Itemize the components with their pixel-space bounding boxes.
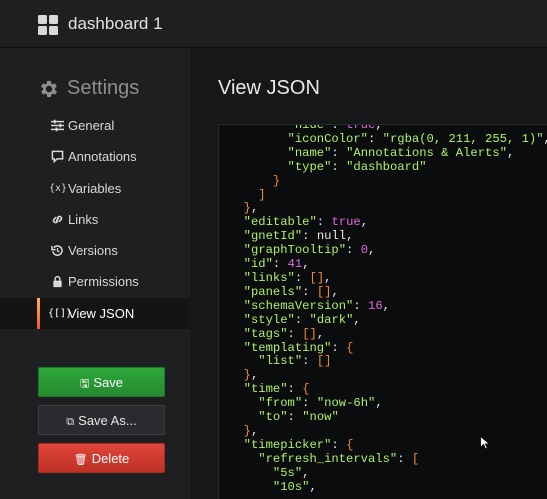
settings-sidebar: Settings General Annotations {x} Variabl… bbox=[0, 48, 190, 499]
json-line[interactable]: "5s", bbox=[229, 466, 310, 480]
json-line[interactable]: "iconColor": "rgba(0, 211, 255, 1)", bbox=[229, 132, 547, 146]
json-line[interactable]: "from": "now-6h", bbox=[229, 396, 382, 410]
mouse-cursor-icon bbox=[480, 436, 490, 450]
json-editor[interactable]: "hide": true, "iconColor": "rgba(0, 211,… bbox=[218, 124, 547, 499]
json-line[interactable]: "type": "dashboard" bbox=[229, 160, 427, 174]
sidebar-item-label: Annotations bbox=[68, 149, 137, 165]
gear-icon bbox=[41, 80, 57, 98]
sidebar-item-label: Versions bbox=[68, 243, 118, 259]
json-line[interactable]: ] bbox=[229, 188, 265, 202]
settings-title: Settings bbox=[67, 77, 140, 99]
save-icon: 🖫 bbox=[79, 378, 90, 390]
delete-button-label: Delete bbox=[91, 451, 130, 466]
save-button-label: Save bbox=[93, 375, 123, 390]
json-line[interactable]: "list": [] bbox=[229, 354, 331, 368]
lock-icon bbox=[53, 276, 62, 288]
json-line[interactable]: "refresh_intervals": [ bbox=[229, 452, 419, 466]
json-line[interactable]: "timepicker": { bbox=[229, 438, 354, 452]
json-line[interactable]: "editable": true, bbox=[229, 215, 368, 229]
sidebar-item-annotations[interactable]: Annotations bbox=[0, 141, 190, 172]
json-line[interactable]: "gnetId": null, bbox=[229, 229, 354, 243]
sidebar-item-links[interactable]: Links bbox=[0, 204, 190, 235]
json-line[interactable]: "time": { bbox=[229, 382, 310, 396]
sidebar-item-label: View JSON bbox=[68, 305, 135, 321]
json-line[interactable]: "id": 41, bbox=[229, 257, 310, 271]
sidebar-item-label: General bbox=[68, 118, 115, 133]
json-line[interactable]: "to": "now" bbox=[229, 410, 339, 424]
json-line[interactable]: "10s", bbox=[229, 480, 317, 494]
json-line[interactable]: "hide": true, bbox=[229, 125, 383, 132]
json-line[interactable]: "templating": { bbox=[229, 341, 354, 355]
sidebar-item-variables[interactable]: {x} Variables bbox=[0, 173, 190, 204]
copy-icon: ⧉ bbox=[66, 416, 75, 428]
top-navbar: dashboard 1 bbox=[0, 0, 547, 48]
settings-nav: General Annotations {x} Variables Links … bbox=[0, 110, 190, 330]
json-line[interactable]: "style": "dark", bbox=[229, 313, 361, 327]
save-as-button[interactable]: ⧉ Save As... bbox=[38, 405, 165, 435]
json-line[interactable]: "name": "Annotations & Alerts", bbox=[229, 146, 515, 160]
save-as-button-label: Save As... bbox=[78, 413, 137, 428]
save-button[interactable]: 🖫 Save bbox=[38, 367, 165, 397]
grid-icon[interactable] bbox=[38, 15, 58, 35]
sidebar-item-label: Links bbox=[68, 211, 99, 227]
dashboard-title[interactable]: dashboard 1 bbox=[68, 14, 163, 34]
history-icon bbox=[51, 245, 63, 257]
json-line[interactable]: "schemaVersion": 16, bbox=[229, 299, 390, 313]
json-line[interactable]: }, bbox=[229, 201, 259, 215]
json-line[interactable]: }, bbox=[229, 424, 259, 438]
json-line[interactable]: } bbox=[229, 174, 280, 188]
trash-icon: 🗑 bbox=[73, 454, 88, 466]
comment-icon bbox=[51, 150, 64, 164]
json-line[interactable]: "graphTooltip": 0, bbox=[229, 243, 376, 257]
page-title: View JSON bbox=[218, 77, 320, 99]
sidebar-item-permissions[interactable]: Permissions bbox=[0, 266, 190, 297]
sidebar-item-label: Permissions bbox=[68, 274, 139, 290]
delete-button[interactable]: 🗑 Delete bbox=[38, 443, 165, 473]
link-icon bbox=[52, 215, 63, 224]
sliders-icon bbox=[51, 119, 64, 132]
json-line[interactable]: "links": [], bbox=[229, 271, 332, 285]
sidebar-item-view-json[interactable]: {[]} View JSON bbox=[0, 297, 190, 330]
sidebar-item-general[interactable]: General bbox=[0, 110, 190, 141]
json-code[interactable]: "hide": true, "iconColor": "rgba(0, 211,… bbox=[229, 125, 547, 494]
json-line[interactable]: "tags": [], bbox=[229, 327, 325, 341]
sidebar-item-versions[interactable]: Versions bbox=[0, 235, 190, 266]
json-icon: {[]} bbox=[48, 307, 73, 319]
variable-icon: {x} bbox=[49, 182, 68, 194]
sidebar-item-label: Variables bbox=[68, 180, 122, 196]
json-line[interactable]: "panels": [], bbox=[229, 285, 339, 299]
json-line[interactable]: }, bbox=[229, 368, 259, 382]
